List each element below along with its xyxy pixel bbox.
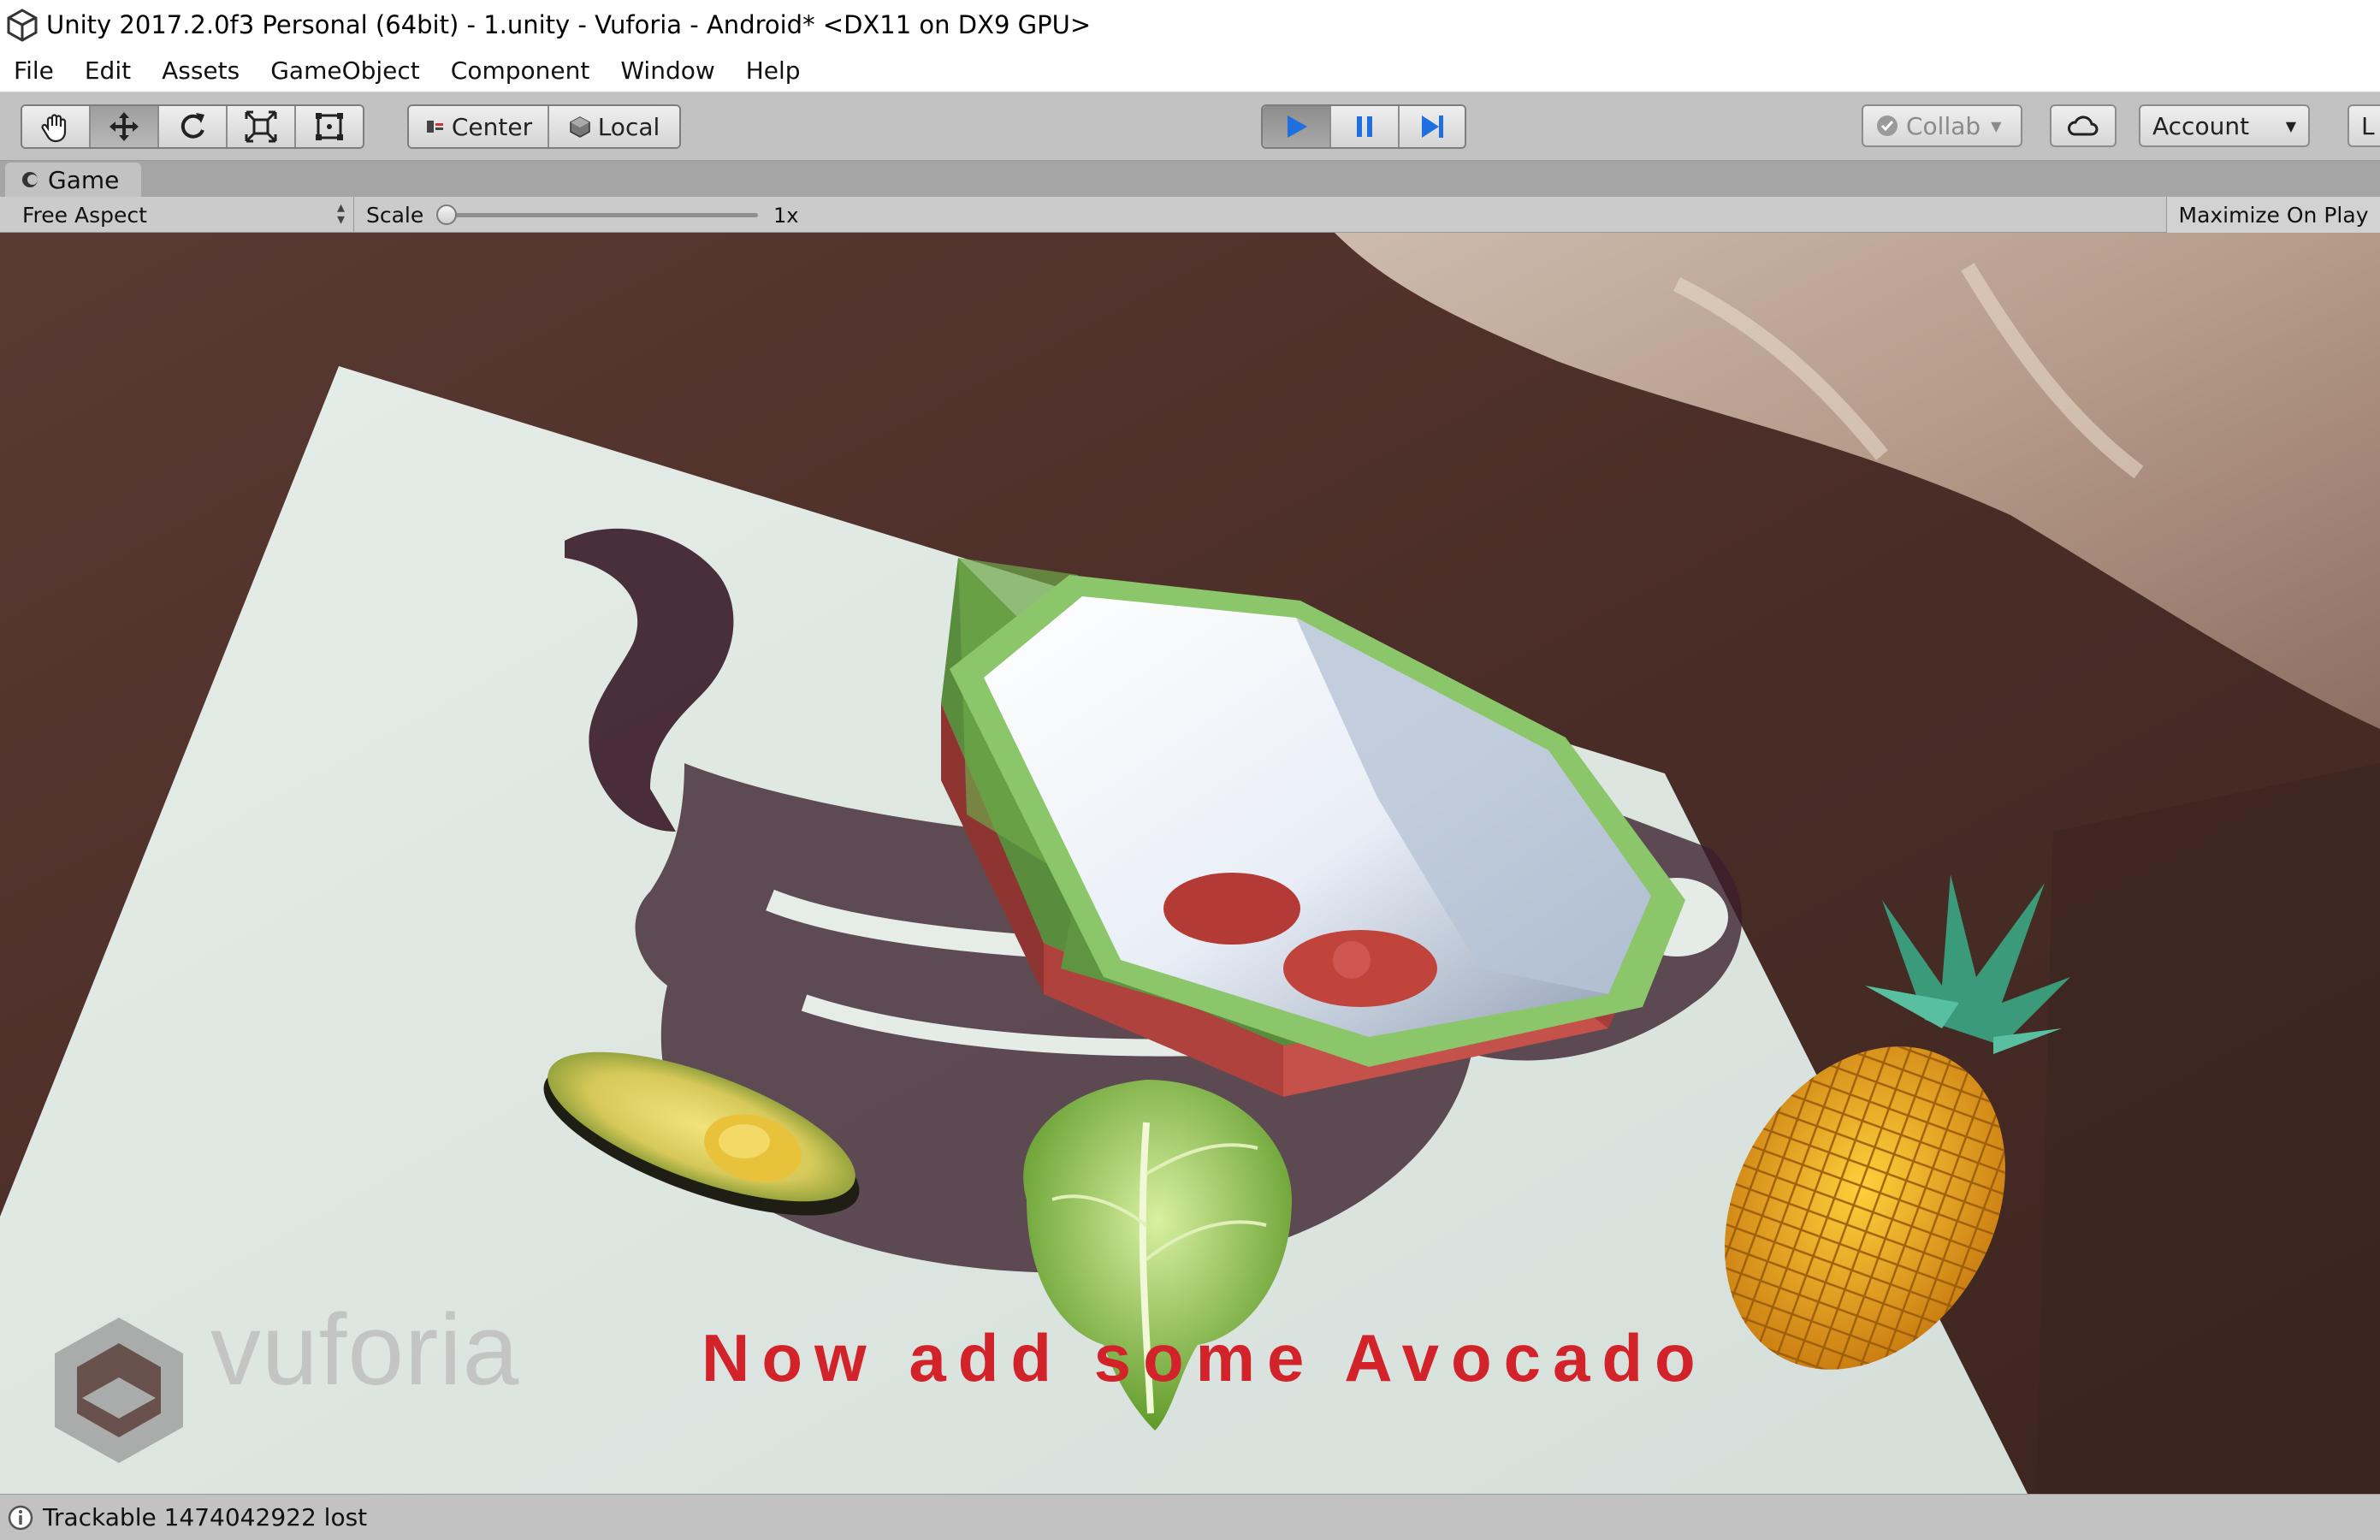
menu-gameobject[interactable]: GameObject bbox=[270, 56, 420, 85]
rect-tool-button[interactable] bbox=[296, 106, 363, 147]
tab-bar: Game bbox=[0, 161, 2380, 197]
window-title: Unity 2017.2.0f3 Personal (64bit) - 1.un… bbox=[46, 10, 1092, 39]
chevron-down-icon: ▼ bbox=[2285, 117, 2296, 134]
tab-game[interactable]: Game bbox=[5, 163, 142, 197]
menu-assets[interactable]: Assets bbox=[162, 56, 240, 85]
scale-tool-button[interactable] bbox=[228, 106, 296, 147]
menu-file[interactable]: File bbox=[14, 56, 54, 85]
transform-tools bbox=[21, 104, 364, 149]
rect-icon bbox=[316, 113, 343, 140]
step-icon bbox=[1422, 116, 1443, 138]
status-message: Trackable 1474042922 lost bbox=[43, 1503, 368, 1531]
unity-logo-icon bbox=[7, 9, 38, 42]
play-controls bbox=[1261, 104, 1466, 149]
maximize-on-play-toggle[interactable]: Maximize On Play bbox=[2166, 197, 2380, 233]
account-dropdown[interactable]: Account ▼ bbox=[2139, 104, 2310, 147]
pivot-toggles: Center Local bbox=[407, 104, 681, 149]
menu-help[interactable]: Help bbox=[746, 56, 801, 85]
tab-game-label: Game bbox=[48, 165, 120, 194]
menu-window[interactable]: Window bbox=[620, 56, 714, 85]
collab-dropdown[interactable]: Collab ▼ bbox=[1862, 104, 2022, 147]
menu-edit[interactable]: Edit bbox=[85, 56, 131, 85]
scale-value: 1x bbox=[773, 204, 799, 228]
scale-label: Scale bbox=[366, 203, 424, 228]
pivot-center-icon bbox=[426, 121, 443, 133]
game-viewport[interactable]: vuforia Now add some Avocado bbox=[0, 233, 2380, 1494]
pause-button[interactable] bbox=[1331, 106, 1400, 147]
layers-label: L bbox=[2361, 111, 2375, 140]
pivot-center-label: Center bbox=[451, 112, 533, 141]
collab-label: Collab bbox=[1906, 111, 1981, 140]
menu-bar: File Edit Assets GameObject Component Wi… bbox=[0, 50, 2380, 92]
aspect-label: Free Aspect bbox=[22, 202, 147, 228]
move-tool-button[interactable] bbox=[91, 106, 159, 147]
scale-slider-thumb[interactable] bbox=[436, 204, 457, 225]
aspect-dropdown[interactable]: Free Aspect ▴ ▾ bbox=[0, 197, 354, 233]
maximize-label: Maximize On Play bbox=[2178, 202, 2369, 228]
game-view-controls: Free Aspect ▴ ▾ Scale 1x Maximize On Play bbox=[0, 197, 2380, 233]
hand-tool-button[interactable] bbox=[22, 106, 91, 147]
play-button[interactable] bbox=[1263, 106, 1331, 147]
status-bar[interactable]: Trackable 1474042922 lost bbox=[0, 1494, 2380, 1540]
instruction-overlay-text: Now add some Avocado bbox=[702, 1320, 1708, 1395]
rotate-icon bbox=[181, 113, 204, 139]
cloud-button[interactable] bbox=[2050, 104, 2117, 147]
pivot-local-label: Local bbox=[597, 112, 660, 141]
vuforia-wordmark: vuforia bbox=[210, 1294, 520, 1407]
pause-icon bbox=[1357, 116, 1372, 137]
scale-icon bbox=[245, 110, 277, 143]
hand-icon bbox=[41, 114, 67, 143]
rotate-tool-button[interactable] bbox=[159, 106, 228, 147]
play-icon bbox=[1288, 116, 1307, 138]
main-toolbar: Center Local Collab ▼ Account ▼ L bbox=[0, 92, 2380, 161]
chevron-down-icon: ▼ bbox=[1991, 117, 2002, 134]
menu-component[interactable]: Component bbox=[451, 56, 590, 85]
cloud-icon bbox=[2068, 116, 2099, 136]
step-button[interactable] bbox=[1400, 106, 1465, 147]
scale-slider-track[interactable] bbox=[445, 213, 758, 217]
local-cube-icon bbox=[569, 116, 590, 138]
game-camera-icon bbox=[22, 172, 38, 187]
title-bar: Unity 2017.2.0f3 Personal (64bit) - 1.un… bbox=[0, 0, 2380, 50]
layers-dropdown[interactable]: L bbox=[2347, 104, 2380, 147]
account-label: Account bbox=[2152, 111, 2250, 140]
collab-check-icon bbox=[1877, 116, 1897, 136]
info-icon bbox=[8, 1505, 33, 1530]
move-icon bbox=[110, 112, 139, 141]
pivot-center-button[interactable]: Center bbox=[409, 106, 549, 147]
pivot-local-button[interactable]: Local bbox=[549, 106, 679, 147]
updown-arrows-icon: ▴ ▾ bbox=[336, 198, 345, 228]
vuforia-watermark: vuforia bbox=[171, 1292, 519, 1408]
